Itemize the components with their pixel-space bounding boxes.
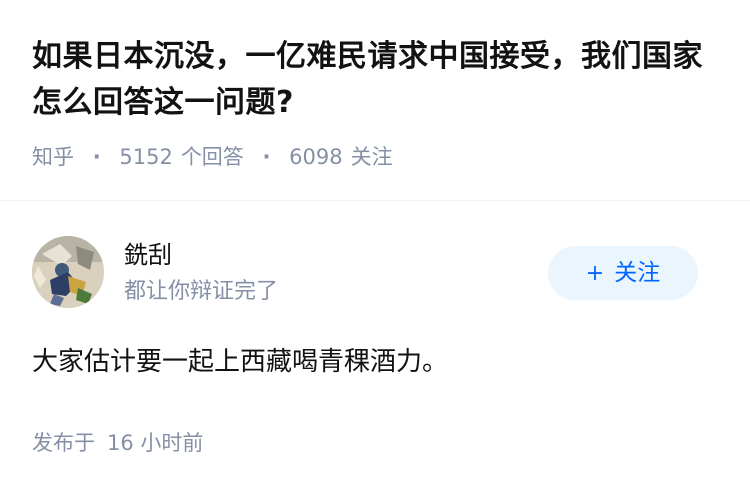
publish-info: 发布于 16 小时前	[32, 428, 722, 458]
publish-time: 16 小时前	[107, 431, 204, 455]
source-label[interactable]: 知乎	[32, 145, 74, 169]
meta-separator: ·	[262, 145, 271, 169]
answers-label: 个回答	[180, 145, 244, 169]
section-divider	[0, 200, 750, 201]
plus-icon: +	[585, 261, 605, 286]
answer-content[interactable]: 大家估计要一起上西藏喝青稞酒力。	[32, 342, 722, 382]
answers-count: 5152	[119, 145, 173, 169]
avatar[interactable]	[32, 236, 104, 308]
followers-label: 关注	[350, 145, 393, 169]
question-title[interactable]: 如果日本沉没，一亿难民请求中国接受，我们国家怎么回答这一问题?	[32, 34, 722, 126]
author-row: 銑刮 都让你辩证完了 + 关注	[32, 236, 722, 308]
author-name[interactable]: 銑刮	[124, 238, 172, 272]
question-header: 如果日本沉没，一亿难民请求中国接受，我们国家怎么回答这一问题? 知乎 · 515…	[32, 34, 722, 172]
follow-button[interactable]: + 关注	[548, 246, 698, 300]
followers-count: 6098	[289, 145, 343, 169]
answer-card: 銑刮 都让你辩证完了 + 关注 大家估计要一起上西藏喝青稞酒力。 发布于 16 小时…	[32, 236, 722, 458]
avatar-image-icon	[32, 236, 104, 308]
follow-label: 关注	[614, 260, 661, 286]
followers-count-link[interactable]: 6098 关注	[289, 145, 392, 169]
answers-count-link[interactable]: 5152 个回答	[119, 145, 243, 169]
author-bio: 都让你辩证完了	[124, 279, 279, 304]
meta-separator: ·	[92, 145, 101, 169]
publish-label: 发布于	[32, 431, 95, 455]
question-meta: 知乎 · 5152 个回答 · 6098 关注	[32, 142, 722, 172]
